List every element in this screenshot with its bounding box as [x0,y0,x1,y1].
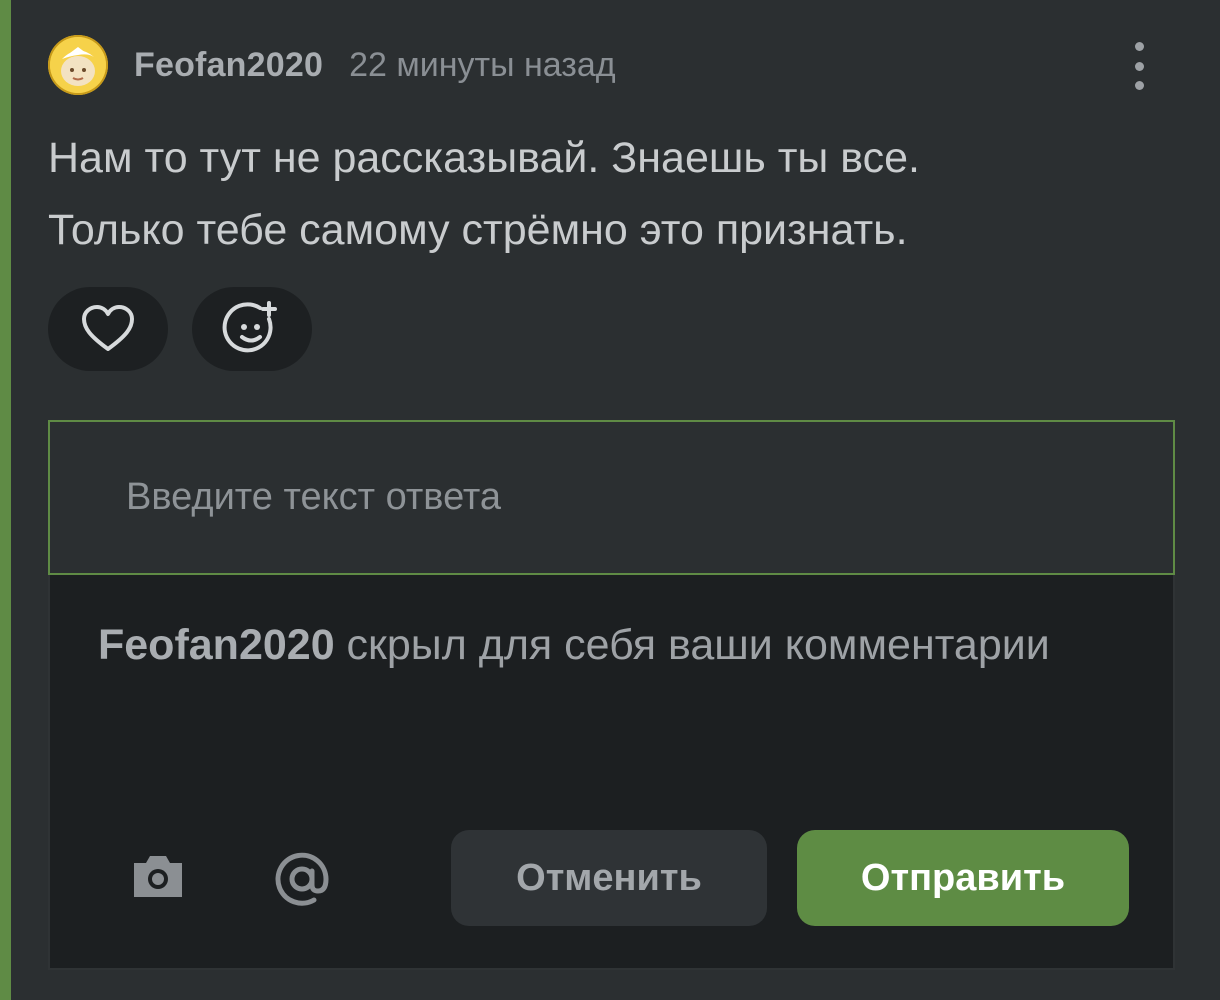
avatar-image [50,37,106,93]
vertical-dots-icon [1134,61,1144,71]
thread-line [0,0,11,1000]
avatar[interactable] [48,35,108,95]
camera-icon [134,856,182,897]
comment-body: Нам то тут не рассказывай. Знаешь ты все… [48,122,1168,266]
notice-username: Feofan2020 [98,621,335,669]
like-button[interactable] [48,287,168,371]
reply-field[interactable] [48,420,1175,575]
mention-button[interactable] [270,847,334,911]
comment-author[interactable]: Feofan2020 [134,46,323,85]
comment-header: Feofan2020 22 минуты назад [48,32,616,98]
vertical-dots-icon [1134,42,1144,51]
smiley-plus-icon [222,301,277,353]
comment-text-line: Нам то тут не рассказывай. Знаешь ты все… [48,134,920,182]
vertical-dots-icon [1134,81,1144,90]
hidden-comments-notice: Feofan2020 скрыл для себя ваши комментар… [98,609,1058,681]
add-reaction-button[interactable] [192,287,312,371]
more-options-button[interactable] [1118,38,1160,94]
reply-input[interactable] [124,475,1028,520]
cancel-button[interactable]: Отменить [451,830,767,926]
comment-timestamp: 22 минуты назад [349,45,616,84]
comment-text-line: Только тебе самому стрёмно это признать. [48,206,908,254]
comment-screen: Feofan2020 22 минуты назад Нам то тут не… [0,0,1220,1000]
reply-panel: Feofan2020 скрыл для себя ваши комментар… [48,575,1175,970]
heart-icon [82,305,134,351]
attach-photo-button[interactable] [128,847,188,907]
notice-text: скрыл для себя ваши комментарии [334,621,1050,669]
send-button[interactable]: Отправить [797,830,1129,926]
at-sign-icon [275,852,329,906]
